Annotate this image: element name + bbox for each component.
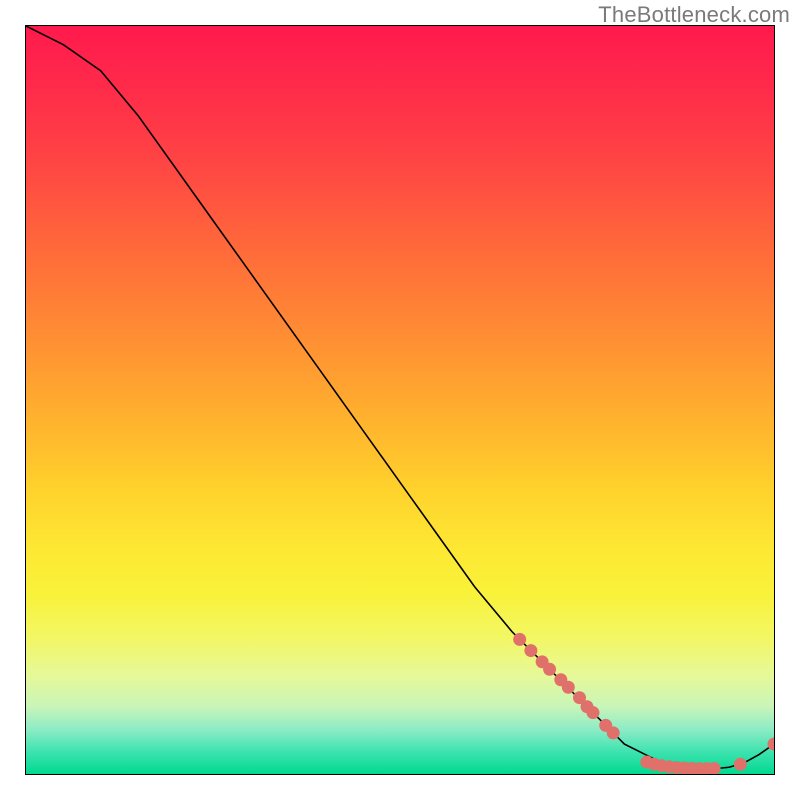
data-point bbox=[562, 681, 575, 694]
curve-layer bbox=[26, 26, 774, 769]
plot-area bbox=[25, 25, 775, 775]
upper-dot-cluster bbox=[513, 633, 619, 739]
data-point bbox=[607, 726, 620, 739]
data-point bbox=[734, 758, 747, 771]
data-point bbox=[543, 663, 556, 676]
data-point bbox=[524, 644, 537, 657]
data-point bbox=[513, 633, 526, 646]
chart-svg bbox=[26, 26, 774, 774]
bottleneck-curve bbox=[26, 26, 774, 769]
lower-dot-cluster bbox=[640, 756, 746, 774]
chart-container: TheBottleneck.com bbox=[0, 0, 800, 800]
data-point bbox=[587, 706, 600, 719]
